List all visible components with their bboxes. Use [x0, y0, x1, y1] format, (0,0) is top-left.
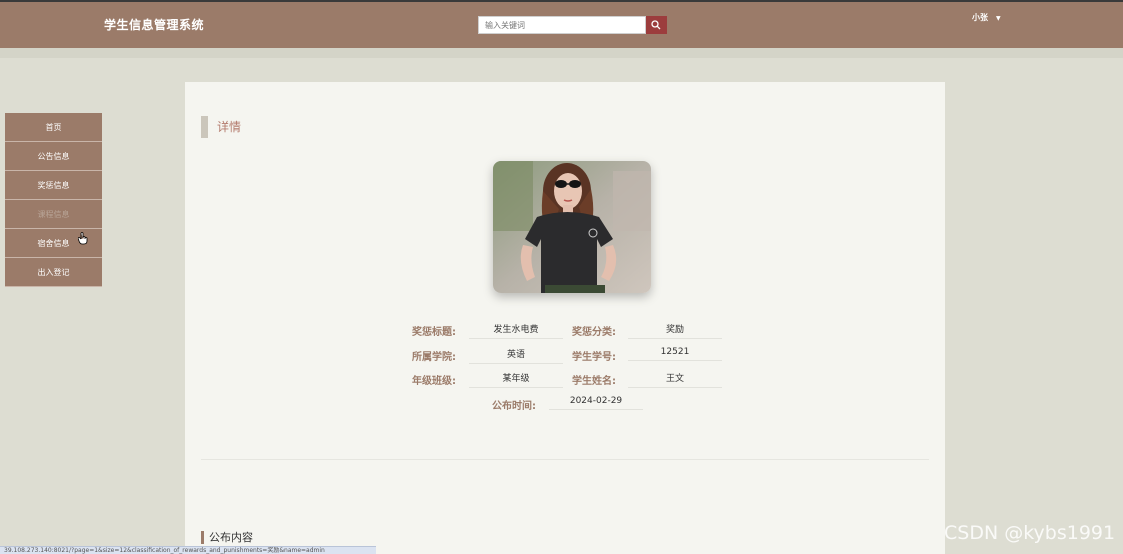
sub-bar [0, 48, 1123, 58]
detail-panel: 详情 奖惩标题: 发生水电费 奖惩分类: 奖励 所属学院: 英语 学生学号: 1… [185, 82, 945, 554]
publish-time-value: 2024-02-29 [549, 396, 643, 410]
student-photo [493, 161, 651, 293]
search-icon [651, 20, 661, 30]
sidebar-item-rewards[interactable]: 奖惩信息 [5, 171, 102, 200]
student-name-label: 学生姓名: [572, 376, 616, 387]
publish-time-label: 公布时间: [492, 401, 536, 412]
sidebar-item-home[interactable]: 首页 [5, 113, 102, 142]
username: 小张 [972, 13, 988, 22]
sidebar-item-courses[interactable]: 课程信息 [5, 200, 102, 229]
reward-category-label: 奖惩分类: [572, 327, 616, 338]
section-title: 详情 [217, 120, 242, 134]
user-menu[interactable]: 小张 ▼ [972, 12, 1001, 23]
content-heading: 公布内容 [201, 531, 253, 544]
top-navbar: 学生信息管理系统 小张 ▼ [0, 0, 1123, 48]
section-heading: 详情 [201, 116, 241, 138]
grade-class-label: 年级班级: [412, 376, 456, 387]
college-label: 所属学院: [412, 352, 456, 363]
student-no-value: 12521 [628, 347, 722, 361]
search-button[interactable] [646, 16, 667, 34]
student-no-label: 学生学号: [572, 352, 616, 363]
sidebar-item-announcements[interactable]: 公告信息 [5, 142, 102, 171]
chevron-down-icon: ▼ [996, 15, 1001, 22]
divider [201, 459, 929, 460]
reward-category-value: 奖励 [628, 322, 722, 339]
student-name-value: 王文 [628, 371, 722, 388]
sidebar: 首页 公告信息 奖惩信息 课程信息 宿舍信息 出入登记 [5, 113, 102, 287]
reward-title-label: 奖惩标题: [412, 327, 456, 338]
search-input[interactable] [478, 16, 646, 34]
app-title: 学生信息管理系统 [104, 18, 205, 32]
hand-cursor-icon [78, 232, 88, 245]
watermark: CSDN @kybs1991 [944, 522, 1116, 544]
status-bar-url: 39.108.273.140:8021/?page=1&size=12&clas… [0, 546, 376, 554]
sidebar-item-access-log[interactable]: 出入登记 [5, 258, 102, 287]
content-title: 公布内容 [209, 531, 253, 544]
